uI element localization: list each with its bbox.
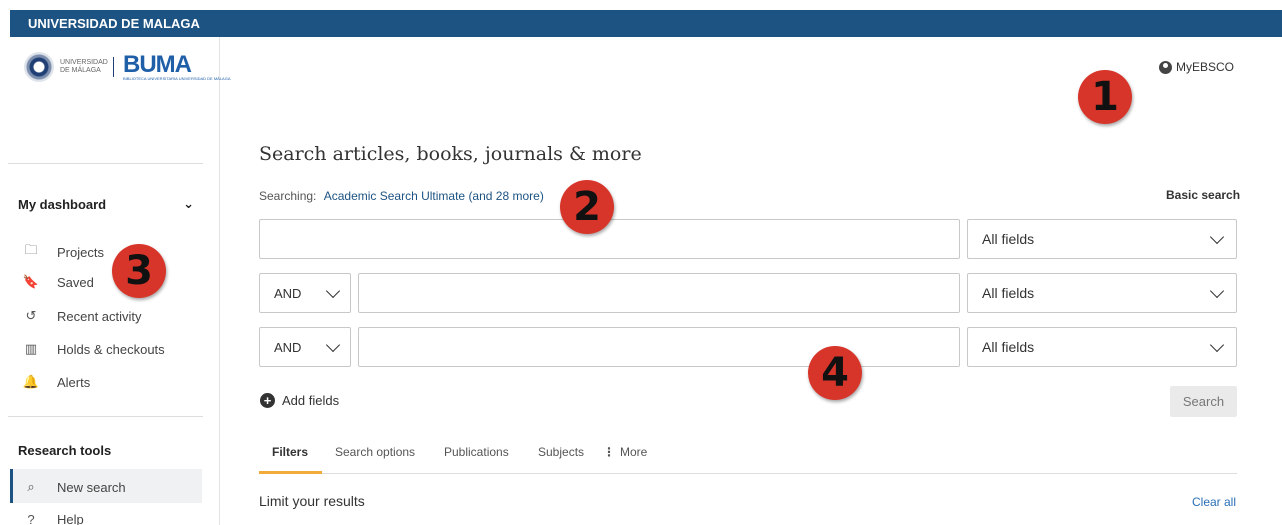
search-input-1[interactable] — [259, 219, 960, 259]
searching-label: Searching: — [259, 189, 317, 203]
add-fields-button[interactable]: + Add fields — [260, 393, 339, 408]
tab-more-label: More — [620, 445, 648, 459]
buma-subtitle: BIBLIOTECA UNIVERSITARIA UNIVERSIDAD DE … — [123, 75, 231, 81]
sidebar-item-recent-activity[interactable]: ↺ Recent activity — [20, 308, 142, 324]
sidebar-item-label: Saved — [57, 274, 94, 290]
bookmark-icon: 🔖 — [22, 274, 40, 289]
folder-icon: 🗀 — [24, 242, 38, 257]
sidebar-item-help[interactable]: ? Help — [20, 512, 84, 525]
annotation-marker-1: 1 — [1078, 70, 1132, 124]
annotation-marker-3: 3 — [112, 244, 166, 298]
tab-search-options[interactable]: Search options — [335, 442, 415, 474]
books-icon: ▥ — [24, 341, 38, 356]
field-select-value: All fields — [982, 339, 1035, 355]
account-label: MyEBSCO — [1176, 60, 1235, 74]
logo-divider — [113, 57, 114, 77]
page-title: Search articles, books, journals & more — [259, 143, 642, 165]
bell-icon: 🔔 — [22, 374, 40, 389]
chevron-down-icon — [1209, 229, 1225, 244]
kebab-menu-icon: ⋮ — [603, 445, 615, 459]
chevron-down-icon: ⌄ — [183, 196, 194, 211]
sidebar-item-label: Projects — [57, 244, 104, 260]
sidebar-item-label: New search — [57, 479, 126, 495]
tab-filters[interactable]: Filters — [259, 442, 322, 474]
plus-circle-icon: + — [260, 393, 275, 408]
field-select-value: All fields — [982, 231, 1035, 247]
sidebar-item-holds-checkouts[interactable]: ▥ Holds & checkouts — [20, 341, 165, 357]
operator-select-3[interactable]: AND — [259, 327, 351, 367]
search-icon: ⌕ — [27, 479, 35, 494]
chevron-down-icon — [1209, 283, 1225, 298]
field-select-3[interactable]: All fields — [967, 327, 1237, 367]
annotation-marker-2: 2 — [560, 180, 614, 234]
sidebar-item-saved[interactable]: 🔖 Saved — [20, 274, 94, 290]
clear-all-link[interactable]: Clear all — [1192, 495, 1236, 509]
operator-value: AND — [274, 339, 302, 355]
university-logo-text: UNIVERSIDAD DE MÁLAGA — [60, 59, 108, 74]
institution-name: UNIVERSIDAD DE MALAGA — [28, 16, 200, 31]
institution-banner: UNIVERSIDAD DE MALAGA — [10, 10, 1282, 37]
sidebar-item-label: Help — [57, 512, 84, 525]
annotation-marker-4: 4 — [808, 346, 862, 400]
tab-more[interactable]: ⋮ More — [603, 442, 647, 474]
sidebar-item-label: Alerts — [57, 374, 91, 390]
add-fields-label: Add fields — [282, 393, 340, 408]
operator-value: AND — [274, 285, 302, 301]
myebsco-account-button[interactable]: MyEBSCO — [1159, 60, 1234, 74]
history-icon: ↺ — [25, 308, 37, 323]
sidebar-item-label: Recent activity — [57, 308, 142, 324]
sidebar-divider — [8, 163, 203, 164]
sidebar-item-alerts[interactable]: 🔔 Alerts — [20, 374, 90, 390]
sidebar-item-label: Holds & checkouts — [57, 341, 165, 357]
sidebar-item-projects[interactable]: 🗀 Projects — [20, 241, 104, 263]
dashboard-label: My dashboard — [18, 196, 107, 212]
sidebar-divider — [8, 416, 203, 417]
help-icon: ? — [27, 512, 35, 525]
basic-search-link[interactable]: Basic search — [1166, 188, 1240, 202]
library-logo[interactable]: UNIVERSIDAD DE MÁLAGA BUMA BIBLIOTECA UN… — [24, 52, 231, 82]
buma-logo: BUMA BIBLIOTECA UNIVERSITARIA UNIVERSIDA… — [123, 50, 231, 81]
tab-publications[interactable]: Publications — [444, 442, 509, 474]
search-input-2[interactable] — [358, 273, 960, 313]
field-select-2[interactable]: All fields — [967, 273, 1237, 313]
dashboard-toggle[interactable]: My dashboard ⌄ — [18, 196, 194, 212]
sidebar-item-new-search[interactable]: ⌕ New search — [20, 479, 126, 495]
field-select-value: All fields — [982, 285, 1035, 301]
chevron-down-icon — [1209, 337, 1225, 352]
operator-select-2[interactable]: AND — [259, 273, 351, 313]
database-selector-link[interactable]: Academic Search Ultimate (and 28 more) — [324, 189, 544, 203]
buma-wordmark: BUMA — [123, 50, 192, 78]
limit-results-heading: Limit your results — [259, 493, 365, 509]
tab-subjects[interactable]: Subjects — [538, 442, 584, 474]
research-tools-heading: Research tools — [18, 443, 112, 458]
field-select-1[interactable]: All fields — [967, 219, 1237, 259]
search-button[interactable]: Search — [1170, 386, 1237, 417]
chevron-down-icon — [325, 283, 341, 298]
searching-line: Searching: Academic Search Ultimate (and… — [259, 189, 544, 203]
options-tabs: Filters Search options Publications Subj… — [259, 442, 1237, 474]
account-icon — [1159, 60, 1172, 74]
university-seal-icon — [24, 52, 54, 82]
chevron-down-icon — [325, 337, 341, 352]
search-input-3[interactable] — [358, 327, 960, 367]
